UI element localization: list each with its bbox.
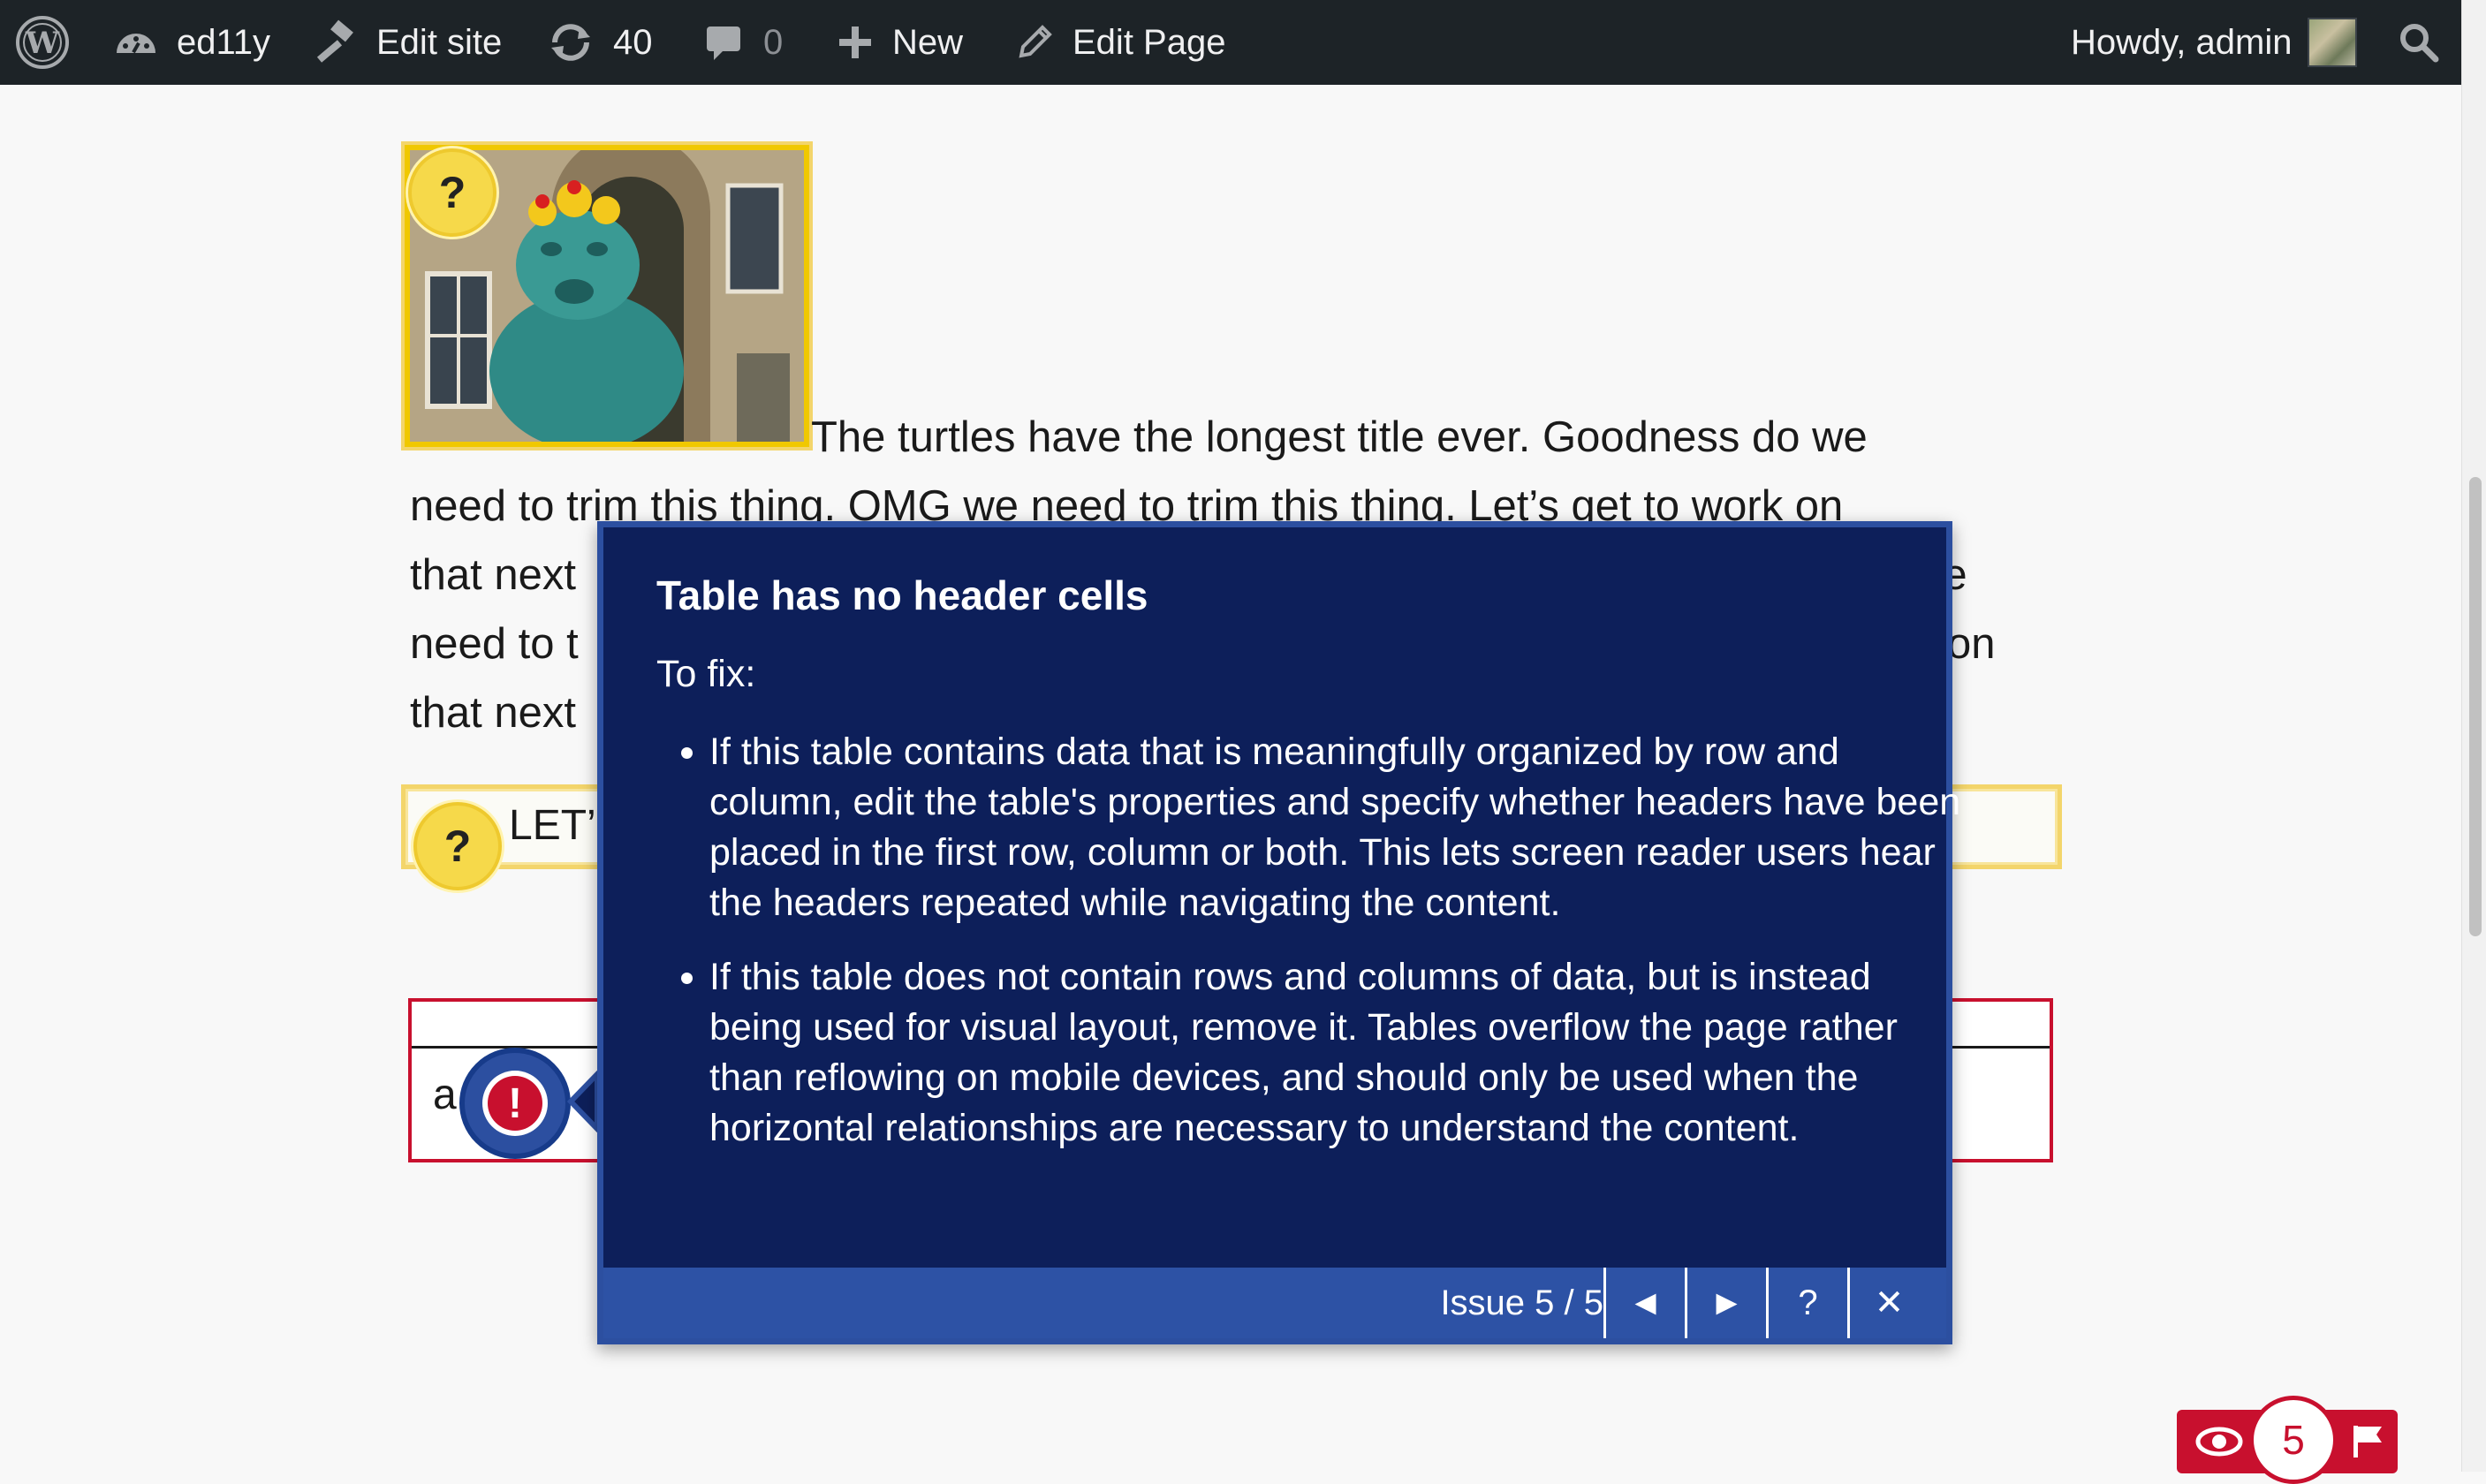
updates-count: 40 [613, 22, 653, 62]
error-mark-label: ! [508, 1079, 522, 1127]
tooltip-footer: Issue 5 / 5 ◄ ► ? ✕ [603, 1268, 1946, 1338]
svg-text:W: W [25, 26, 60, 61]
comment-icon [703, 21, 746, 64]
avatar [2308, 18, 2358, 67]
dashboard-icon [113, 19, 159, 65]
heading-text: LET’ [509, 802, 596, 849]
plus-icon [836, 23, 875, 62]
to-fix-label: To fix: [656, 653, 756, 695]
updates-link[interactable]: 40 [546, 0, 653, 85]
pencil-icon [1014, 22, 1055, 63]
list-item: If this table contains data that is mean… [709, 727, 1964, 928]
wordpress-logo-icon[interactable]: W [14, 0, 71, 85]
my-account-menu[interactable]: Howdy, admin [2071, 0, 2358, 85]
error-badge-ring: ! [482, 1071, 548, 1136]
hammer-icon [309, 18, 359, 67]
vertical-scrollbar[interactable] [2461, 0, 2486, 1472]
next-icon: ► [1709, 1283, 1745, 1322]
new-label: New [892, 22, 964, 62]
paragraph-line-4-end: on [1947, 620, 1996, 668]
howdy-label: Howdy, admin [2071, 22, 2293, 62]
edit-page-link[interactable]: Edit Page [1014, 0, 1225, 85]
question-mark-label: ? [438, 168, 466, 217]
accessibility-checker-panel: 5 [2177, 1396, 2398, 1484]
edit-site-link[interactable]: Edit site [309, 0, 502, 85]
paragraph-line-3-start: that next [410, 551, 576, 599]
edit-page-label: Edit Page [1072, 22, 1226, 62]
paragraph-line-1: The turtles have the longest title ever.… [811, 413, 1868, 461]
next-issue-button[interactable]: ► [1685, 1268, 1766, 1338]
tooltip-title: Table has no header cells [656, 572, 1148, 618]
flag-icon[interactable] [2350, 1424, 2385, 1459]
site-name-menu[interactable]: ed11y [113, 0, 270, 85]
edit-site-label: Edit site [376, 22, 503, 62]
refresh-icon [546, 18, 595, 67]
comments-link[interactable]: 0 [703, 0, 783, 85]
wp-admin-bar: W ed11y Edit site 40 0 New Edit Page How… [0, 0, 2461, 85]
scrollbar-thumb[interactable] [2469, 477, 2482, 936]
issue-tooltip: Table has no header cells To fix: If thi… [597, 521, 1960, 1344]
issue-counter: Issue 5 / 5 [1440, 1283, 1603, 1322]
search-icon[interactable] [2398, 0, 2440, 85]
close-icon: ✕ [1874, 1283, 1905, 1322]
list-item: If this table does not contain rows and … [709, 952, 1964, 1154]
comments-count: 0 [763, 22, 784, 62]
image-warning-badge[interactable]: ? [408, 148, 496, 237]
table-error-badge[interactable]: ! [459, 1048, 571, 1159]
eye-icon[interactable] [2194, 1420, 2244, 1463]
new-content-link[interactable]: New [836, 0, 963, 85]
table-cell: a [433, 1071, 457, 1118]
help-button[interactable]: ? [1766, 1268, 1847, 1338]
issue-count-button[interactable]: 5 [2249, 1396, 2338, 1484]
previous-issue-button[interactable]: ◄ [1603, 1268, 1685, 1338]
fix-instructions-list: If this table contains data that is mean… [656, 727, 1964, 1177]
paragraph-line-4-start: need to t [410, 620, 579, 668]
heading-warning-badge[interactable]: ? [413, 802, 502, 890]
site-name-label: ed11y [177, 22, 271, 62]
issue-count-label: 5 [2282, 1417, 2305, 1463]
question-mark-label: ? [443, 822, 472, 871]
previous-icon: ◄ [1627, 1283, 1664, 1322]
help-icon: ? [1798, 1283, 1818, 1322]
error-icon: ! [488, 1076, 542, 1131]
close-tooltip-button[interactable]: ✕ [1847, 1268, 1929, 1338]
